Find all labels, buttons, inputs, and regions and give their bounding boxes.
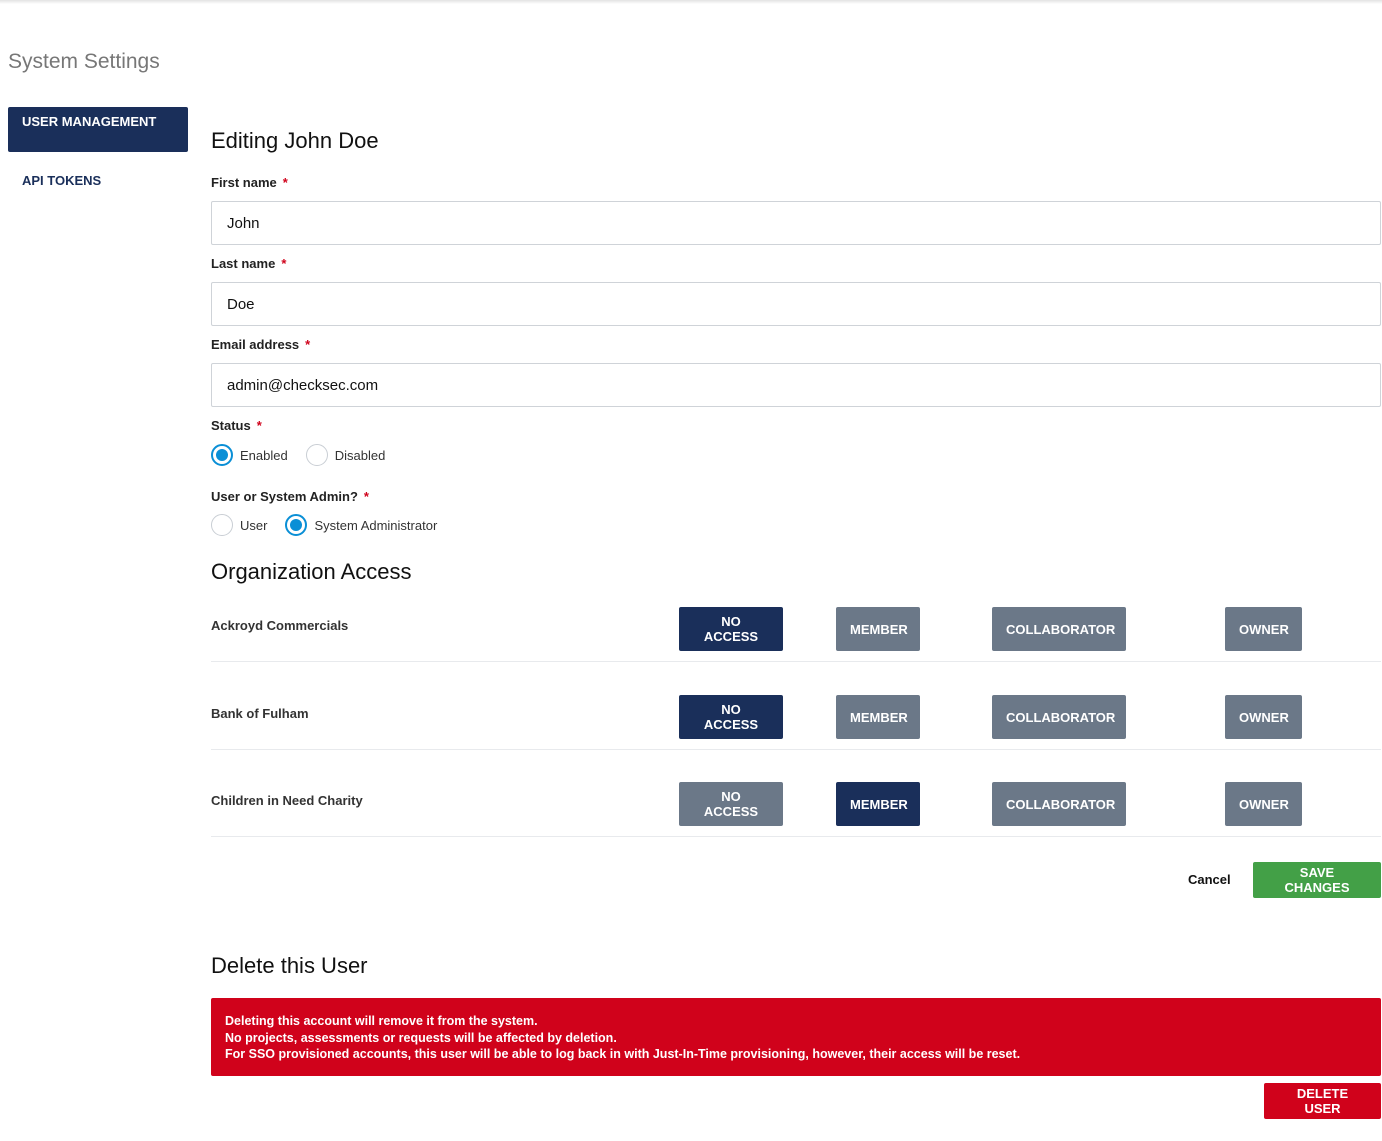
status-label-text: Status [211, 418, 251, 433]
org-row: Ackroyd Commercials NO ACCESS MEMBER COL… [211, 607, 1381, 662]
owner-button[interactable]: OWNER [1225, 607, 1302, 651]
no-access-button[interactable]: NO ACCESS [679, 607, 783, 651]
status-label: Status * [211, 418, 262, 433]
org-access-heading: Organization Access [211, 559, 412, 584]
email-input[interactable] [211, 363, 1381, 407]
warning-line: For SSO provisioned accounts, this user … [225, 1047, 1021, 1061]
last-name-input[interactable] [211, 282, 1381, 326]
role-label-text: User or System Admin? [211, 489, 358, 504]
last-name-label: Last name * [211, 256, 286, 271]
first-name-label: First name * [211, 175, 288, 190]
top-bar-shadow [0, 0, 1382, 4]
page-title: System Settings [8, 50, 160, 73]
status-enabled-radio[interactable] [211, 444, 233, 466]
cancel-button[interactable]: Cancel [1188, 872, 1231, 887]
sidebar-item-api-tokens[interactable]: API TOKENS [8, 167, 188, 195]
status-radio-group: Enabled Disabled [211, 444, 403, 466]
role-user-label[interactable]: User [240, 518, 267, 533]
org-name: Bank of Fulham [211, 706, 309, 721]
form-heading: Editing John Doe [211, 128, 379, 153]
first-name-input[interactable] [211, 201, 1381, 245]
last-name-label-text: Last name [211, 256, 276, 271]
collaborator-button[interactable]: COLLABORATOR [992, 607, 1126, 651]
required-marker: * [305, 337, 311, 352]
delete-user-button[interactable]: DELETE USER [1264, 1083, 1381, 1119]
status-enabled-label[interactable]: Enabled [240, 448, 288, 463]
role-sysadmin-label[interactable]: System Administrator [314, 518, 437, 533]
org-row: Children in Need Charity NO ACCESS MEMBE… [211, 782, 1381, 837]
status-disabled-label[interactable]: Disabled [335, 448, 386, 463]
org-name: Children in Need Charity [211, 793, 363, 808]
role-label: User or System Admin? * [211, 489, 369, 504]
member-button[interactable]: MEMBER [836, 782, 920, 826]
settings-sidebar: USER MANAGEMENT API TOKENS [8, 107, 188, 195]
role-sysadmin-radio[interactable] [285, 514, 308, 536]
org-name: Ackroyd Commercials [211, 618, 349, 633]
collaborator-button[interactable]: COLLABORATOR [992, 695, 1126, 739]
first-name-label-text: First name [211, 175, 277, 190]
org-row: Bank of Fulham NO ACCESS MEMBER COLLABOR… [211, 695, 1381, 750]
required-marker: * [282, 175, 288, 190]
save-changes-button[interactable]: SAVE CHANGES [1253, 862, 1381, 898]
warning-line: Deleting this account will remove it fro… [225, 1014, 538, 1028]
warning-line: No projects, assessments or requests wil… [225, 1030, 617, 1045]
required-marker: * [363, 489, 369, 504]
required-marker: * [256, 418, 262, 433]
owner-button[interactable]: OWNER [1225, 695, 1302, 739]
delete-user-heading: Delete this User [211, 953, 368, 978]
role-user-radio[interactable] [211, 514, 233, 536]
member-button[interactable]: MEMBER [836, 607, 920, 651]
no-access-button[interactable]: NO ACCESS [679, 695, 783, 739]
delete-warning-box: Deleting this account will remove it fro… [211, 998, 1381, 1076]
owner-button[interactable]: OWNER [1225, 782, 1302, 826]
collaborator-button[interactable]: COLLABORATOR [992, 782, 1126, 826]
email-label: Email address * [211, 337, 310, 352]
required-marker: * [281, 256, 287, 271]
email-label-text: Email address [211, 337, 300, 352]
member-button[interactable]: MEMBER [836, 695, 920, 739]
sidebar-item-user-management[interactable]: USER MANAGEMENT [8, 107, 188, 152]
role-radio-group: User System Administrator [211, 514, 455, 536]
no-access-button[interactable]: NO ACCESS [679, 782, 783, 826]
status-disabled-radio[interactable] [305, 444, 328, 466]
